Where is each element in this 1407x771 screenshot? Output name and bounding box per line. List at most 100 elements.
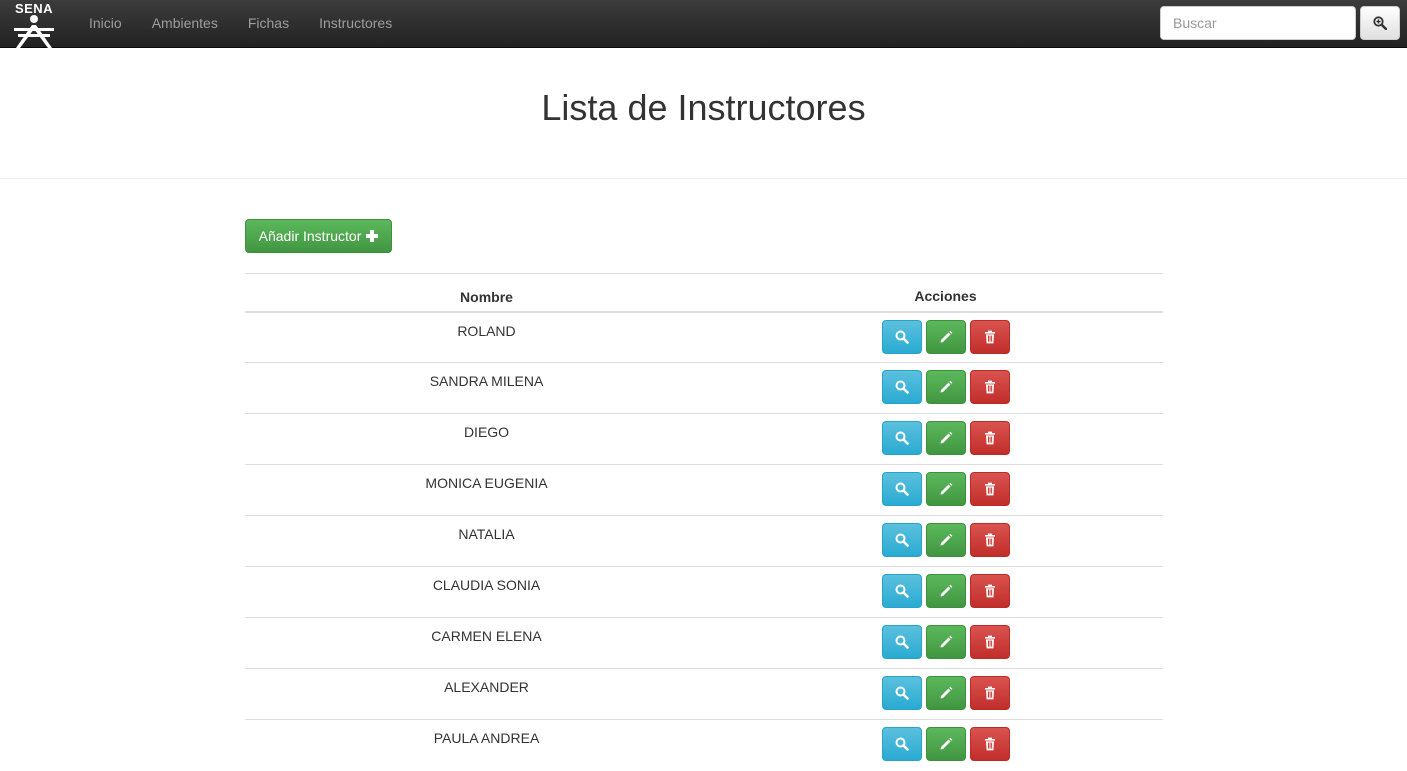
delete-button[interactable] [969, 574, 1010, 608]
row-actions [881, 727, 1010, 761]
column-header-acciones: Acciones [728, 273, 1163, 313]
table-row: NATALIA [245, 515, 1163, 567]
instructor-name: MONICA EUGENIA [245, 464, 728, 516]
plus-icon [366, 230, 379, 242]
pencil-icon [939, 584, 953, 598]
sena-logo[interactable]: SENA [8, 2, 60, 48]
instructor-name: ALEXANDER [245, 668, 728, 720]
delete-button[interactable] [969, 319, 1010, 354]
pencil-icon [939, 330, 953, 344]
instructor-name: PAULA ANDREA [433, 730, 540, 746]
edit-button[interactable] [925, 319, 966, 354]
view-button[interactable] [881, 574, 922, 608]
trash-icon [983, 482, 997, 496]
row-actions [881, 370, 1010, 404]
trash-icon [983, 635, 997, 649]
row-actions [881, 472, 1010, 506]
edit-button[interactable] [925, 676, 966, 710]
search-icon [895, 330, 909, 344]
pencil-icon [939, 635, 953, 649]
view-button[interactable] [881, 676, 922, 710]
delete-button[interactable] [969, 727, 1010, 761]
edit-button[interactable] [925, 625, 966, 659]
trash-icon [983, 584, 997, 598]
row-actions [881, 625, 1010, 659]
edit-button[interactable] [925, 523, 966, 557]
nav-link-ambientes[interactable]: Ambientes [137, 0, 233, 48]
search-icon [895, 635, 909, 649]
table-row: CARMEN ELENA [245, 617, 1163, 669]
view-button[interactable] [881, 523, 922, 557]
search-icon [895, 380, 909, 394]
view-button[interactable] [881, 625, 922, 659]
search-button[interactable] [1360, 6, 1400, 40]
row-actions-cell [728, 617, 1163, 669]
view-button[interactable] [881, 727, 922, 761]
row-actions-cell [728, 566, 1163, 618]
nav-link-fichas[interactable]: Fichas [233, 0, 304, 48]
row-actions-cell [728, 720, 1163, 771]
edit-button[interactable] [925, 370, 966, 404]
delete-button[interactable] [969, 421, 1010, 455]
nav-links: Inicio Ambientes Fichas Instructores [74, 0, 407, 48]
delete-button[interactable] [969, 370, 1010, 404]
row-actions [881, 676, 1010, 710]
table-body: ROLAND SANDRA MILENA DIEGO MONICA EUGENIA NA… [245, 311, 1163, 771]
nav-link-inicio[interactable]: Inicio [74, 0, 137, 48]
search-icon [895, 737, 909, 751]
view-button[interactable] [881, 472, 922, 506]
pencil-icon [939, 431, 953, 445]
instructor-name: ROLAND [245, 311, 728, 363]
trash-icon [983, 330, 997, 344]
trash-icon [983, 380, 997, 394]
instructor-name: DIEGO [245, 413, 728, 465]
table-row: SANDRA MILENA [245, 362, 1163, 414]
delete-button[interactable] [969, 625, 1010, 659]
trash-icon [983, 737, 997, 751]
row-actions-cell [728, 413, 1163, 465]
trash-icon [983, 686, 997, 700]
instructor-name: CLAUDIA SONIA [245, 566, 728, 618]
row-actions-cell [728, 668, 1163, 720]
delete-button[interactable] [969, 472, 1010, 506]
instructors-table: Nombre Acciones ROLAND SANDRA MILENA DIEGO… [245, 273, 1163, 771]
row-actions-cell [728, 464, 1163, 516]
edit-button[interactable] [925, 421, 966, 455]
row-actions-cell [728, 362, 1163, 414]
search-icon [895, 482, 909, 496]
row-actions [881, 421, 1010, 455]
edit-button[interactable] [925, 574, 966, 608]
sena-logo-mark [14, 15, 54, 48]
page-title: Lista de Instructores [541, 87, 866, 128]
table-row: ALEXANDER [245, 668, 1163, 720]
trash-icon [983, 431, 997, 445]
search-icon [895, 533, 909, 547]
row-actions-cell [728, 515, 1163, 567]
table-row: MONICA EUGENIA [245, 464, 1163, 516]
table-row: ROLAND [245, 311, 1163, 363]
pencil-icon [939, 686, 953, 700]
edit-button[interactable] [925, 472, 966, 506]
nav-link-instructores[interactable]: Instructores [304, 0, 407, 48]
pencil-icon [939, 482, 953, 496]
table-row: PAULA ANDREA [245, 720, 1163, 771]
row-actions [881, 574, 1010, 608]
trash-icon [983, 533, 997, 547]
search-icon [895, 584, 909, 598]
pencil-icon [939, 737, 953, 751]
view-button[interactable] [881, 421, 922, 455]
add-instructor-button[interactable]: Añadir Instructor [245, 219, 392, 253]
search-input[interactable] [1160, 6, 1356, 40]
edit-button[interactable] [925, 727, 966, 761]
row-actions [881, 523, 1010, 557]
view-button[interactable] [881, 319, 922, 354]
column-header-nombre: Nombre [245, 273, 728, 313]
view-button[interactable] [881, 370, 922, 404]
delete-button[interactable] [969, 523, 1010, 557]
add-instructor-label: Añadir Instructor [258, 228, 362, 244]
top-navbar: SENA Inicio Ambientes Fichas Instructore… [0, 0, 1407, 48]
table-header-row: Nombre Acciones [245, 273, 1163, 313]
row-actions [881, 319, 1010, 354]
instructor-name: SANDRA MILENA [245, 362, 728, 414]
delete-button[interactable] [969, 676, 1010, 710]
